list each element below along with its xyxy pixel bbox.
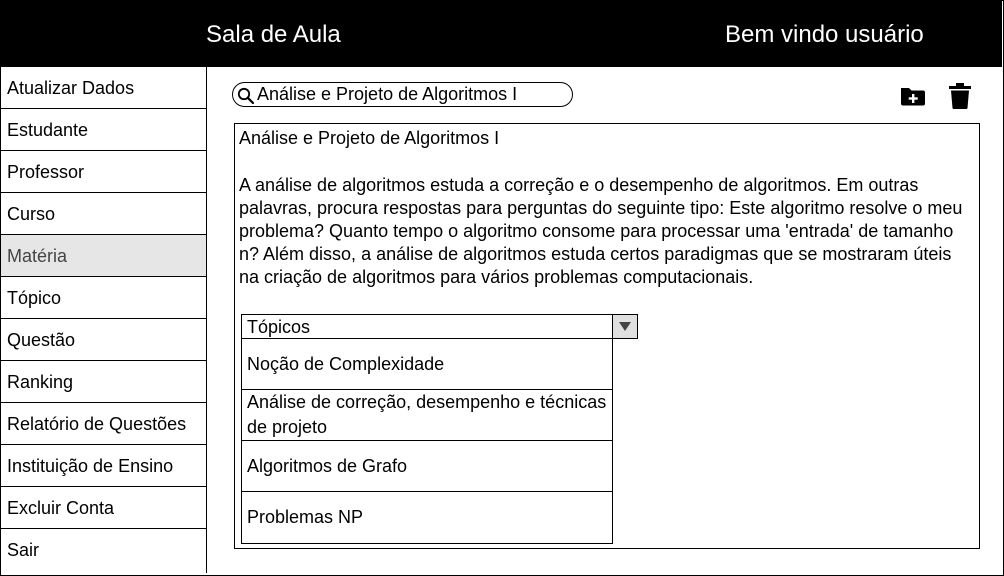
description-line: n? Além disso, a análise de algoritmos e… [239,244,952,264]
topics-dropdown-label: Tópicos [247,317,311,337]
dropdown-toggle-button[interactable] [612,315,637,338]
add-folder-button[interactable] [899,85,927,112]
search-input[interactable] [257,85,557,104]
sidebar-item-7[interactable]: Ranking [1,361,206,403]
description-line: A análise de algoritmos estuda a correçã… [239,175,919,195]
topic-option[interactable]: Análise de correção, desempenho e técnic… [242,390,612,441]
sidebar-item-8[interactable]: Relatório de Questões [1,403,206,445]
sidebar-item-6[interactable]: Questão [1,319,206,361]
header-bar: Sala de Aula Bem vindo usuário [1,1,1002,67]
sidebar-item-0[interactable]: Atualizar Dados [1,67,206,109]
description-line: palavras, procura respostas para pergunt… [239,198,963,218]
search-icon [237,87,255,105]
sidebar-item-5[interactable]: Tópico [1,277,206,319]
sidebar-item-1[interactable]: Estudante [1,109,206,151]
topics-list: Noção de Complexidade Análise de correção… [241,339,613,544]
folder-add-icon [901,88,925,106]
subject-description: A análise de algoritmos estuda a correçã… [239,174,974,289]
welcome-message: Bem vindo usuário [725,21,924,48]
description-line: problema? Quanto tempo o algoritmo conso… [239,221,954,241]
sidebar-item-4[interactable]: Matéria [1,235,206,277]
sidebar-item-2[interactable]: Professor [1,151,206,193]
sidebar: Atualizar Dados Estudante Professor Curso Ma… [1,67,207,573]
topics-dropdown[interactable]: Tópicos [241,314,638,339]
description-line: na criação de algoritmos para vários pro… [239,267,754,287]
sidebar-item-3[interactable]: Curso [1,193,206,235]
sidebar-item-11[interactable]: Sair [1,529,206,573]
subject-detail-panel: Análise e Projeto de Algoritmos I A anál… [234,123,980,549]
subject-title: Análise e Projeto de Algoritmos I [239,128,500,148]
topic-option[interactable]: Noção de Complexidade [242,339,612,390]
search-box[interactable] [232,82,573,107]
topic-option[interactable]: Problemas NP [242,492,612,543]
sidebar-item-9[interactable]: Instituição de Ensino [1,445,206,487]
chevron-down-icon [619,322,631,331]
trash-icon [949,83,971,109]
app-title: Sala de Aula [206,21,341,48]
sidebar-item-10[interactable]: Excluir Conta [1,487,206,529]
delete-button[interactable] [948,82,972,115]
topic-option[interactable]: Algoritmos de Grafo [242,441,612,492]
